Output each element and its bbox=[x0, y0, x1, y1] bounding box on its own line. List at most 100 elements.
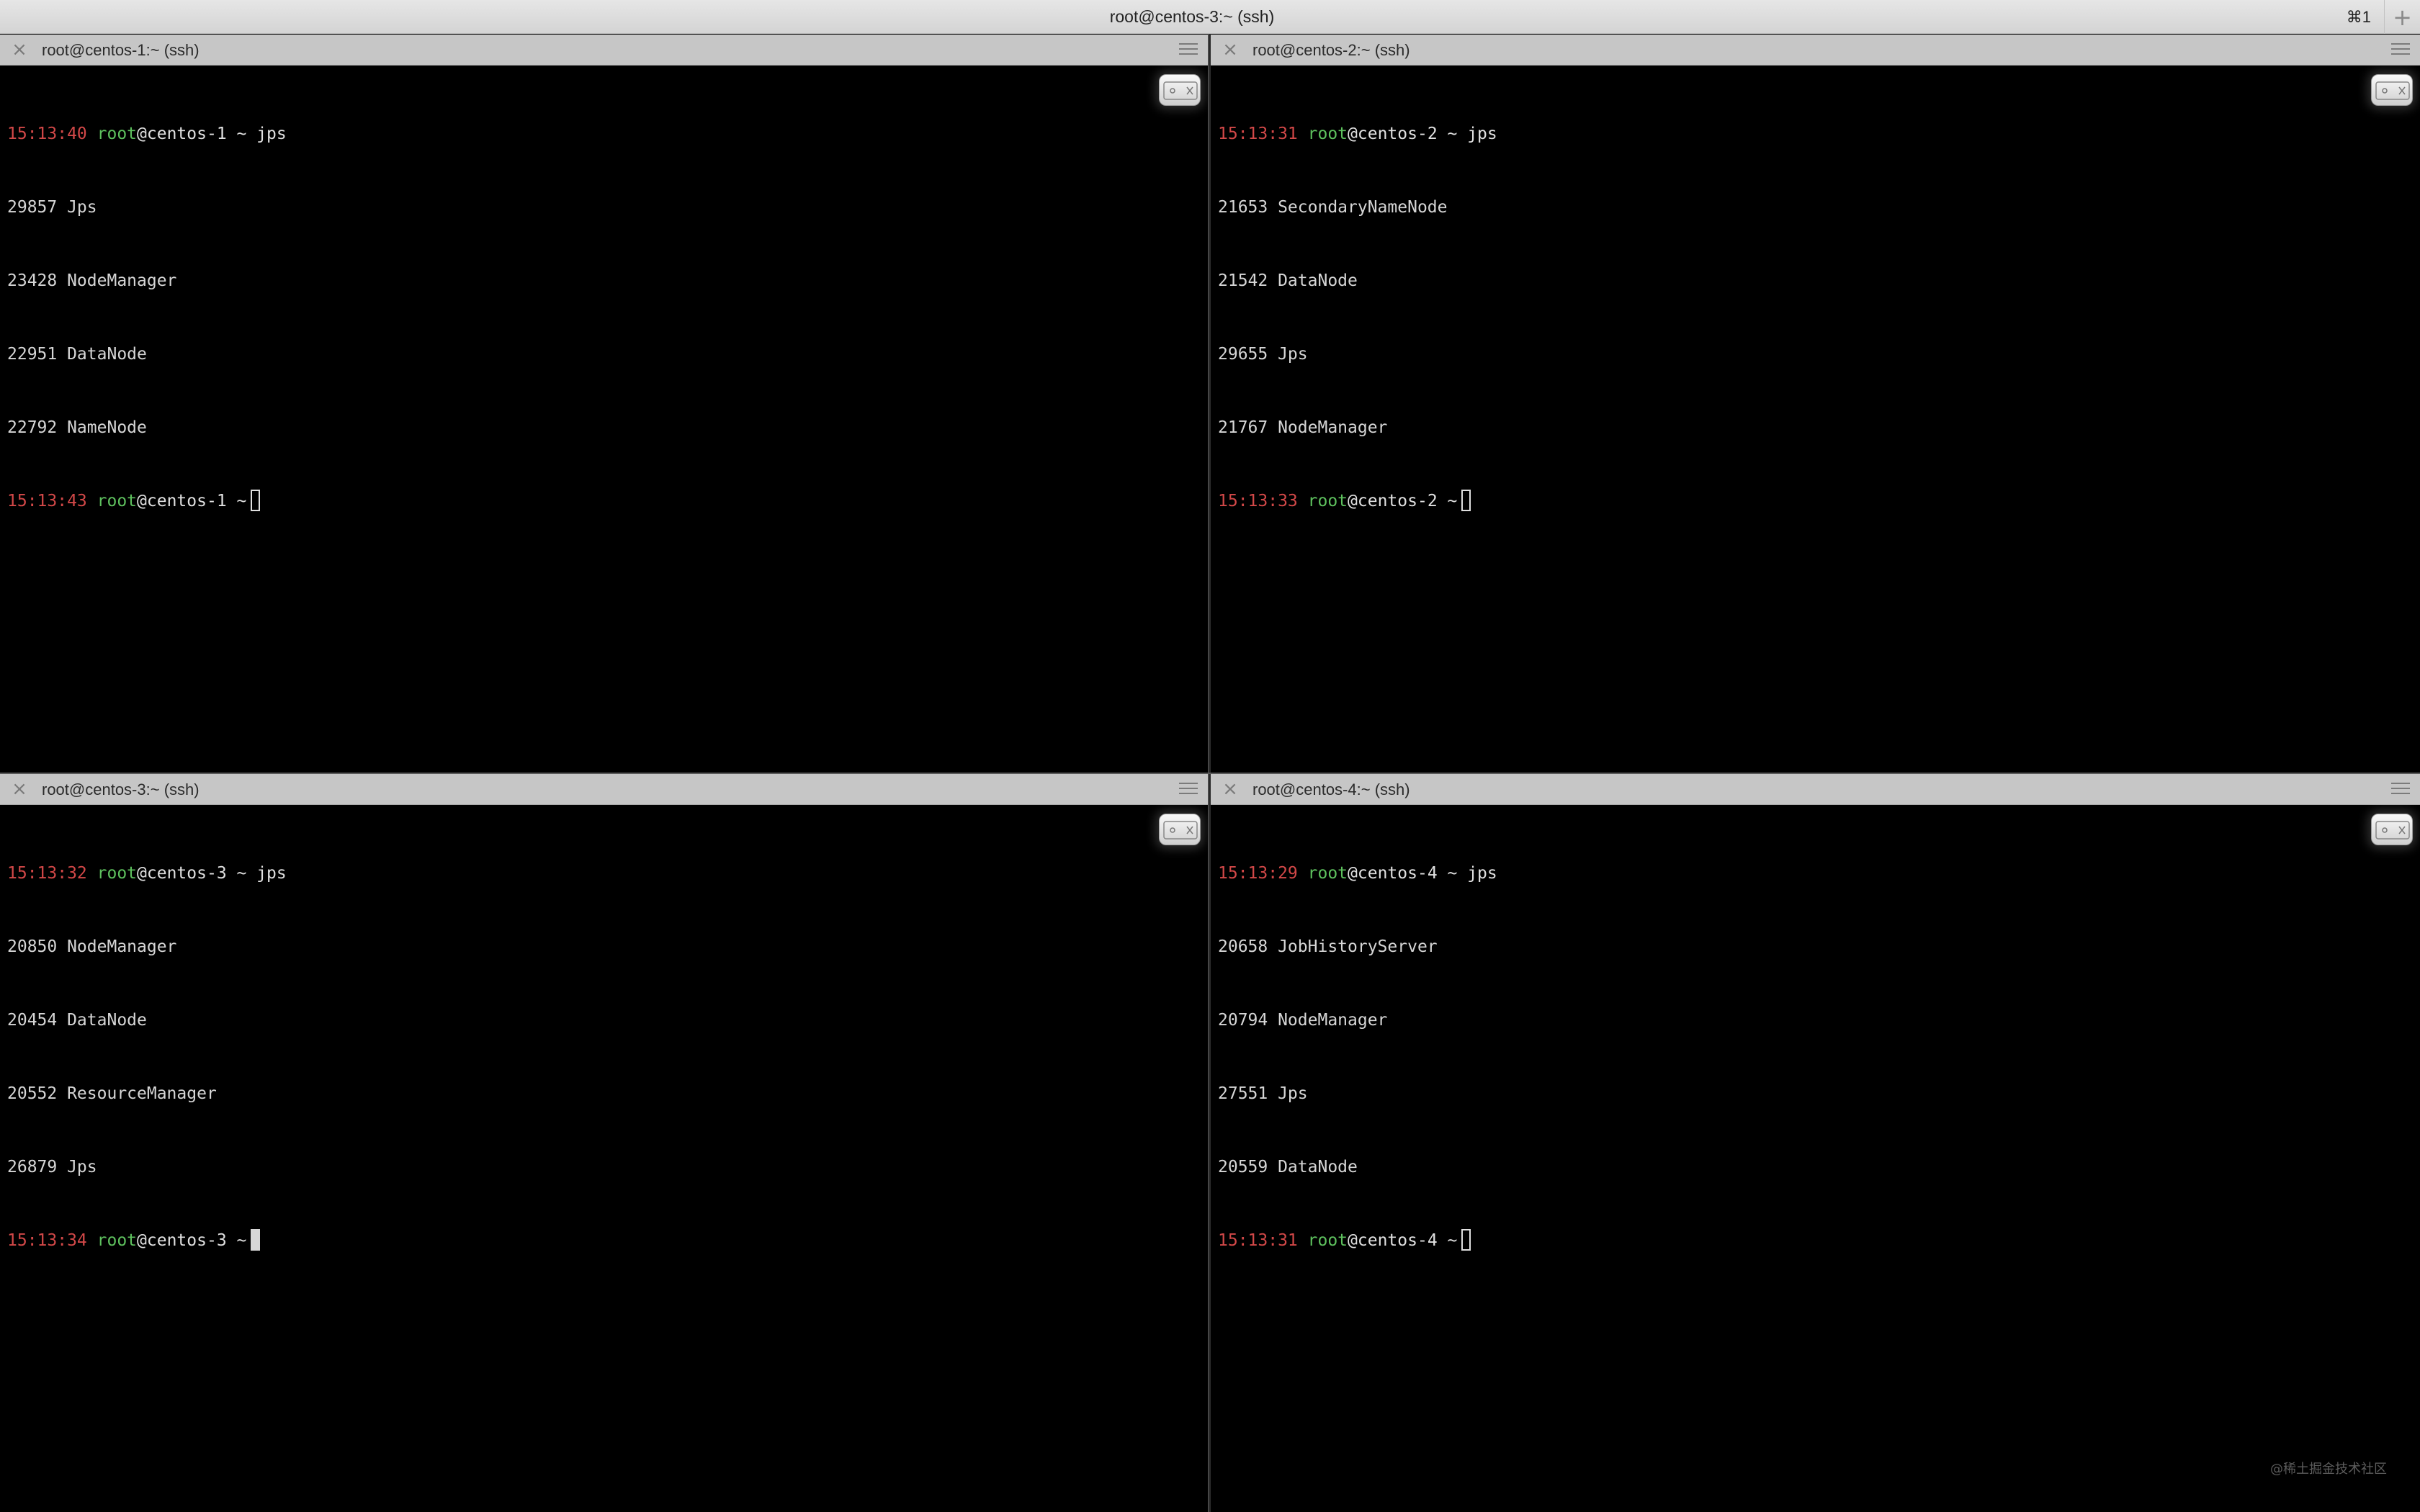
prompt-at: @ bbox=[137, 1231, 147, 1250]
output-line: 20794 NodeManager bbox=[1218, 1011, 1388, 1030]
output-line: 21767 NodeManager bbox=[1218, 418, 1388, 437]
terminal-pane-centos-2[interactable]: × root@centos-2:~ (ssh) 15:13:31 root@ce… bbox=[1211, 35, 2420, 773]
prompt-at: @ bbox=[1348, 125, 1358, 143]
output-line: 21542 DataNode bbox=[1218, 271, 1358, 290]
output-line: 26879 Jps bbox=[7, 1158, 97, 1176]
prompt-timestamp: 15:13:31 bbox=[1218, 1231, 1298, 1250]
prompt-line: 15:13:33 root@centos-2 ~ bbox=[1218, 489, 2355, 513]
pane-title: root@centos-2:~ (ssh) bbox=[1252, 41, 1410, 59]
prompt-line: 15:13:34 root@centos-3 ~ bbox=[7, 1228, 1143, 1253]
terminal-pane-centos-3[interactable]: × root@centos-3:~ (ssh) 15:13:32 root@ce… bbox=[0, 774, 1208, 1512]
close-icon[interactable]: × bbox=[10, 40, 29, 59]
pane-title: root@centos-3:~ (ssh) bbox=[42, 780, 200, 798]
prompt-command: ~ jps bbox=[1437, 864, 1497, 883]
output-line: 20658 JobHistoryServer bbox=[1218, 937, 1438, 956]
output-line: 29655 Jps bbox=[1218, 345, 1308, 364]
prompt-timestamp: 15:13:40 bbox=[7, 125, 87, 143]
tab-shortcut-label: ⌘1 bbox=[2346, 8, 2371, 26]
output-line: 20454 DataNode bbox=[7, 1011, 147, 1030]
output-line: 27551 Jps bbox=[1218, 1084, 1308, 1103]
prompt-tail: ~ bbox=[226, 492, 247, 510]
text-cursor bbox=[1461, 490, 1471, 511]
prompt-timestamp: 15:13:29 bbox=[1218, 864, 1298, 883]
prompt-at: @ bbox=[1348, 492, 1358, 510]
window-title[interactable]: root@centos-3:~ (ssh) bbox=[0, 0, 2384, 34]
terminal-output[interactable]: 15:13:32 root@centos-3 ~ jps 20850 NodeM… bbox=[7, 812, 1143, 1302]
text-cursor bbox=[1461, 1229, 1471, 1251]
hamburger-menu-icon[interactable] bbox=[1179, 43, 1198, 56]
prompt-timestamp: 15:13:31 bbox=[1218, 125, 1298, 143]
prompt-user: root bbox=[1307, 864, 1348, 883]
prompt-line: 15:13:40 root@centos-1 ~ jps bbox=[7, 122, 1143, 146]
pane-title: root@centos-1:~ (ssh) bbox=[42, 41, 200, 59]
output-line: 20559 DataNode bbox=[1218, 1158, 1358, 1176]
pane-header[interactable]: × root@centos-4:~ (ssh) bbox=[1211, 774, 2420, 805]
prompt-line: 15:13:31 root@centos-4 ~ bbox=[1218, 1228, 2355, 1253]
close-icon[interactable]: × bbox=[10, 780, 29, 798]
prompt-user: root bbox=[1307, 1231, 1348, 1250]
output-line: 21653 SecondaryNameNode bbox=[1218, 198, 1448, 217]
prompt-host: centos-3 bbox=[146, 864, 227, 883]
terminal-output[interactable]: 15:13:29 root@centos-4 ~ jps 20658 JobHi… bbox=[1218, 812, 2355, 1302]
prompt-at: @ bbox=[137, 492, 147, 510]
output-line: 29857 Jps bbox=[7, 198, 97, 217]
prompt-timestamp: 15:13:43 bbox=[7, 492, 87, 510]
terminal-window: root@centos-3:~ (ssh) ⌘1 + × root@centos… bbox=[0, 0, 2420, 1512]
prompt-at: @ bbox=[137, 125, 147, 143]
prompt-host: centos-3 bbox=[146, 1231, 227, 1250]
prompt-command: ~ jps bbox=[226, 125, 287, 143]
prompt-timestamp: 15:13:32 bbox=[7, 864, 87, 883]
prompt-timestamp: 15:13:34 bbox=[7, 1231, 87, 1250]
watermark-text: @稀土掘金技术社区 bbox=[2270, 1462, 2387, 1477]
output-line: 22951 DataNode bbox=[7, 345, 147, 364]
broadcast-input-icon[interactable] bbox=[2371, 74, 2413, 106]
terminal-pane-centos-1[interactable]: × root@centos-1:~ (ssh) 15:13:40 root@ce… bbox=[0, 35, 1208, 773]
prompt-user: root bbox=[97, 125, 138, 143]
prompt-tail: ~ bbox=[226, 1231, 247, 1250]
prompt-line: 15:13:43 root@centos-1 ~ bbox=[7, 489, 1143, 513]
prompt-host: centos-1 bbox=[146, 492, 227, 510]
hamburger-menu-icon[interactable] bbox=[1179, 783, 1198, 796]
prompt-command: ~ jps bbox=[1437, 125, 1497, 143]
prompt-user: root bbox=[1307, 492, 1348, 510]
broadcast-input-icon[interactable] bbox=[1159, 814, 1201, 845]
close-icon[interactable]: × bbox=[1221, 780, 1240, 798]
prompt-user: root bbox=[1307, 125, 1348, 143]
close-icon[interactable]: × bbox=[1221, 40, 1240, 59]
broadcast-input-icon[interactable] bbox=[1159, 74, 1201, 106]
prompt-tail: ~ bbox=[1437, 1231, 1458, 1250]
prompt-timestamp: 15:13:33 bbox=[1218, 492, 1298, 510]
prompt-host: centos-4 bbox=[1357, 864, 1438, 883]
prompt-line: 15:13:29 root@centos-4 ~ jps bbox=[1218, 861, 2355, 886]
prompt-host: centos-2 bbox=[1357, 492, 1438, 510]
prompt-at: @ bbox=[1348, 1231, 1358, 1250]
prompt-host: centos-1 bbox=[146, 125, 227, 143]
window-tab-bar: root@centos-3:~ (ssh) ⌘1 + bbox=[0, 0, 2420, 34]
prompt-host: centos-4 bbox=[1357, 1231, 1438, 1250]
prompt-user: root bbox=[97, 1231, 138, 1250]
pane-title: root@centos-4:~ (ssh) bbox=[1252, 780, 1410, 798]
terminal-output[interactable]: 15:13:31 root@centos-2 ~ jps 21653 Secon… bbox=[1218, 73, 2355, 562]
output-line: 22792 NameNode bbox=[7, 418, 147, 437]
prompt-user: root bbox=[97, 492, 138, 510]
hamburger-menu-icon[interactable] bbox=[2391, 783, 2410, 796]
output-line: 20552 ResourceManager bbox=[7, 1084, 217, 1103]
prompt-command: ~ jps bbox=[226, 864, 287, 883]
prompt-line: 15:13:31 root@centos-2 ~ jps bbox=[1218, 122, 2355, 146]
hamburger-menu-icon[interactable] bbox=[2391, 43, 2410, 56]
prompt-line: 15:13:32 root@centos-3 ~ jps bbox=[7, 861, 1143, 886]
broadcast-input-icon[interactable] bbox=[2371, 814, 2413, 845]
pane-header[interactable]: × root@centos-2:~ (ssh) bbox=[1211, 35, 2420, 66]
prompt-tail: ~ bbox=[1437, 492, 1458, 510]
output-line: 20850 NodeManager bbox=[7, 937, 177, 956]
pane-header[interactable]: × root@centos-3:~ (ssh) bbox=[0, 774, 1208, 805]
prompt-at: @ bbox=[1348, 864, 1358, 883]
terminal-pane-centos-4[interactable]: × root@centos-4:~ (ssh) 15:13:29 root@ce… bbox=[1211, 774, 2420, 1512]
text-cursor bbox=[251, 490, 261, 511]
terminal-output[interactable]: 15:13:40 root@centos-1 ~ jps 29857 Jps 2… bbox=[7, 73, 1143, 562]
output-line: 23428 NodeManager bbox=[7, 271, 177, 290]
prompt-user: root bbox=[97, 864, 138, 883]
pane-header[interactable]: × root@centos-1:~ (ssh) bbox=[0, 35, 1208, 66]
text-cursor bbox=[251, 1229, 261, 1251]
new-tab-plus-icon[interactable]: + bbox=[2384, 0, 2420, 34]
